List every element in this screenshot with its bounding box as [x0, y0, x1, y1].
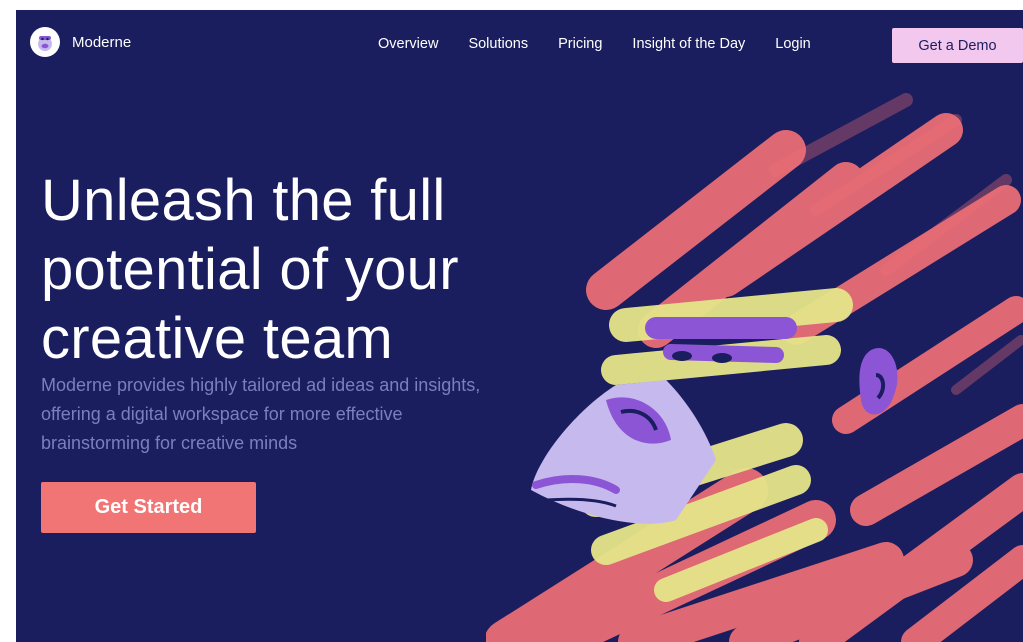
get-started-button[interactable]: Get Started [41, 482, 256, 533]
nav-links: Overview Solutions Pricing Insight of th… [378, 36, 811, 52]
brand-name: Moderne [72, 33, 132, 51]
get-a-demo-button[interactable]: Get a Demo [892, 28, 1023, 63]
top-nav: Moderne Overview Solutions Pricing Insig… [16, 10, 1023, 80]
hero-subtitle: Moderne provides highly tailored ad idea… [41, 375, 481, 453]
nav-link-insight-of-the-day[interactable]: Insight of the Day [632, 36, 745, 52]
nav-link-pricing[interactable]: Pricing [558, 36, 602, 52]
nav-link-overview[interactable]: Overview [378, 36, 438, 52]
nav-link-solutions[interactable]: Solutions [468, 36, 528, 52]
nav-link-login[interactable]: Login [775, 36, 810, 52]
monkey-logo-icon [30, 27, 60, 57]
page-frame: Moderne Overview Solutions Pricing Insig… [16, 10, 1023, 642]
monkey-illustration [486, 93, 1023, 642]
hero-title-line-2: potential of your [41, 237, 459, 302]
hero-title-line-1: Unleash the full [41, 168, 446, 233]
brand-link[interactable]: Moderne [30, 27, 131, 57]
hero-title-line-3: creative team [41, 306, 394, 371]
